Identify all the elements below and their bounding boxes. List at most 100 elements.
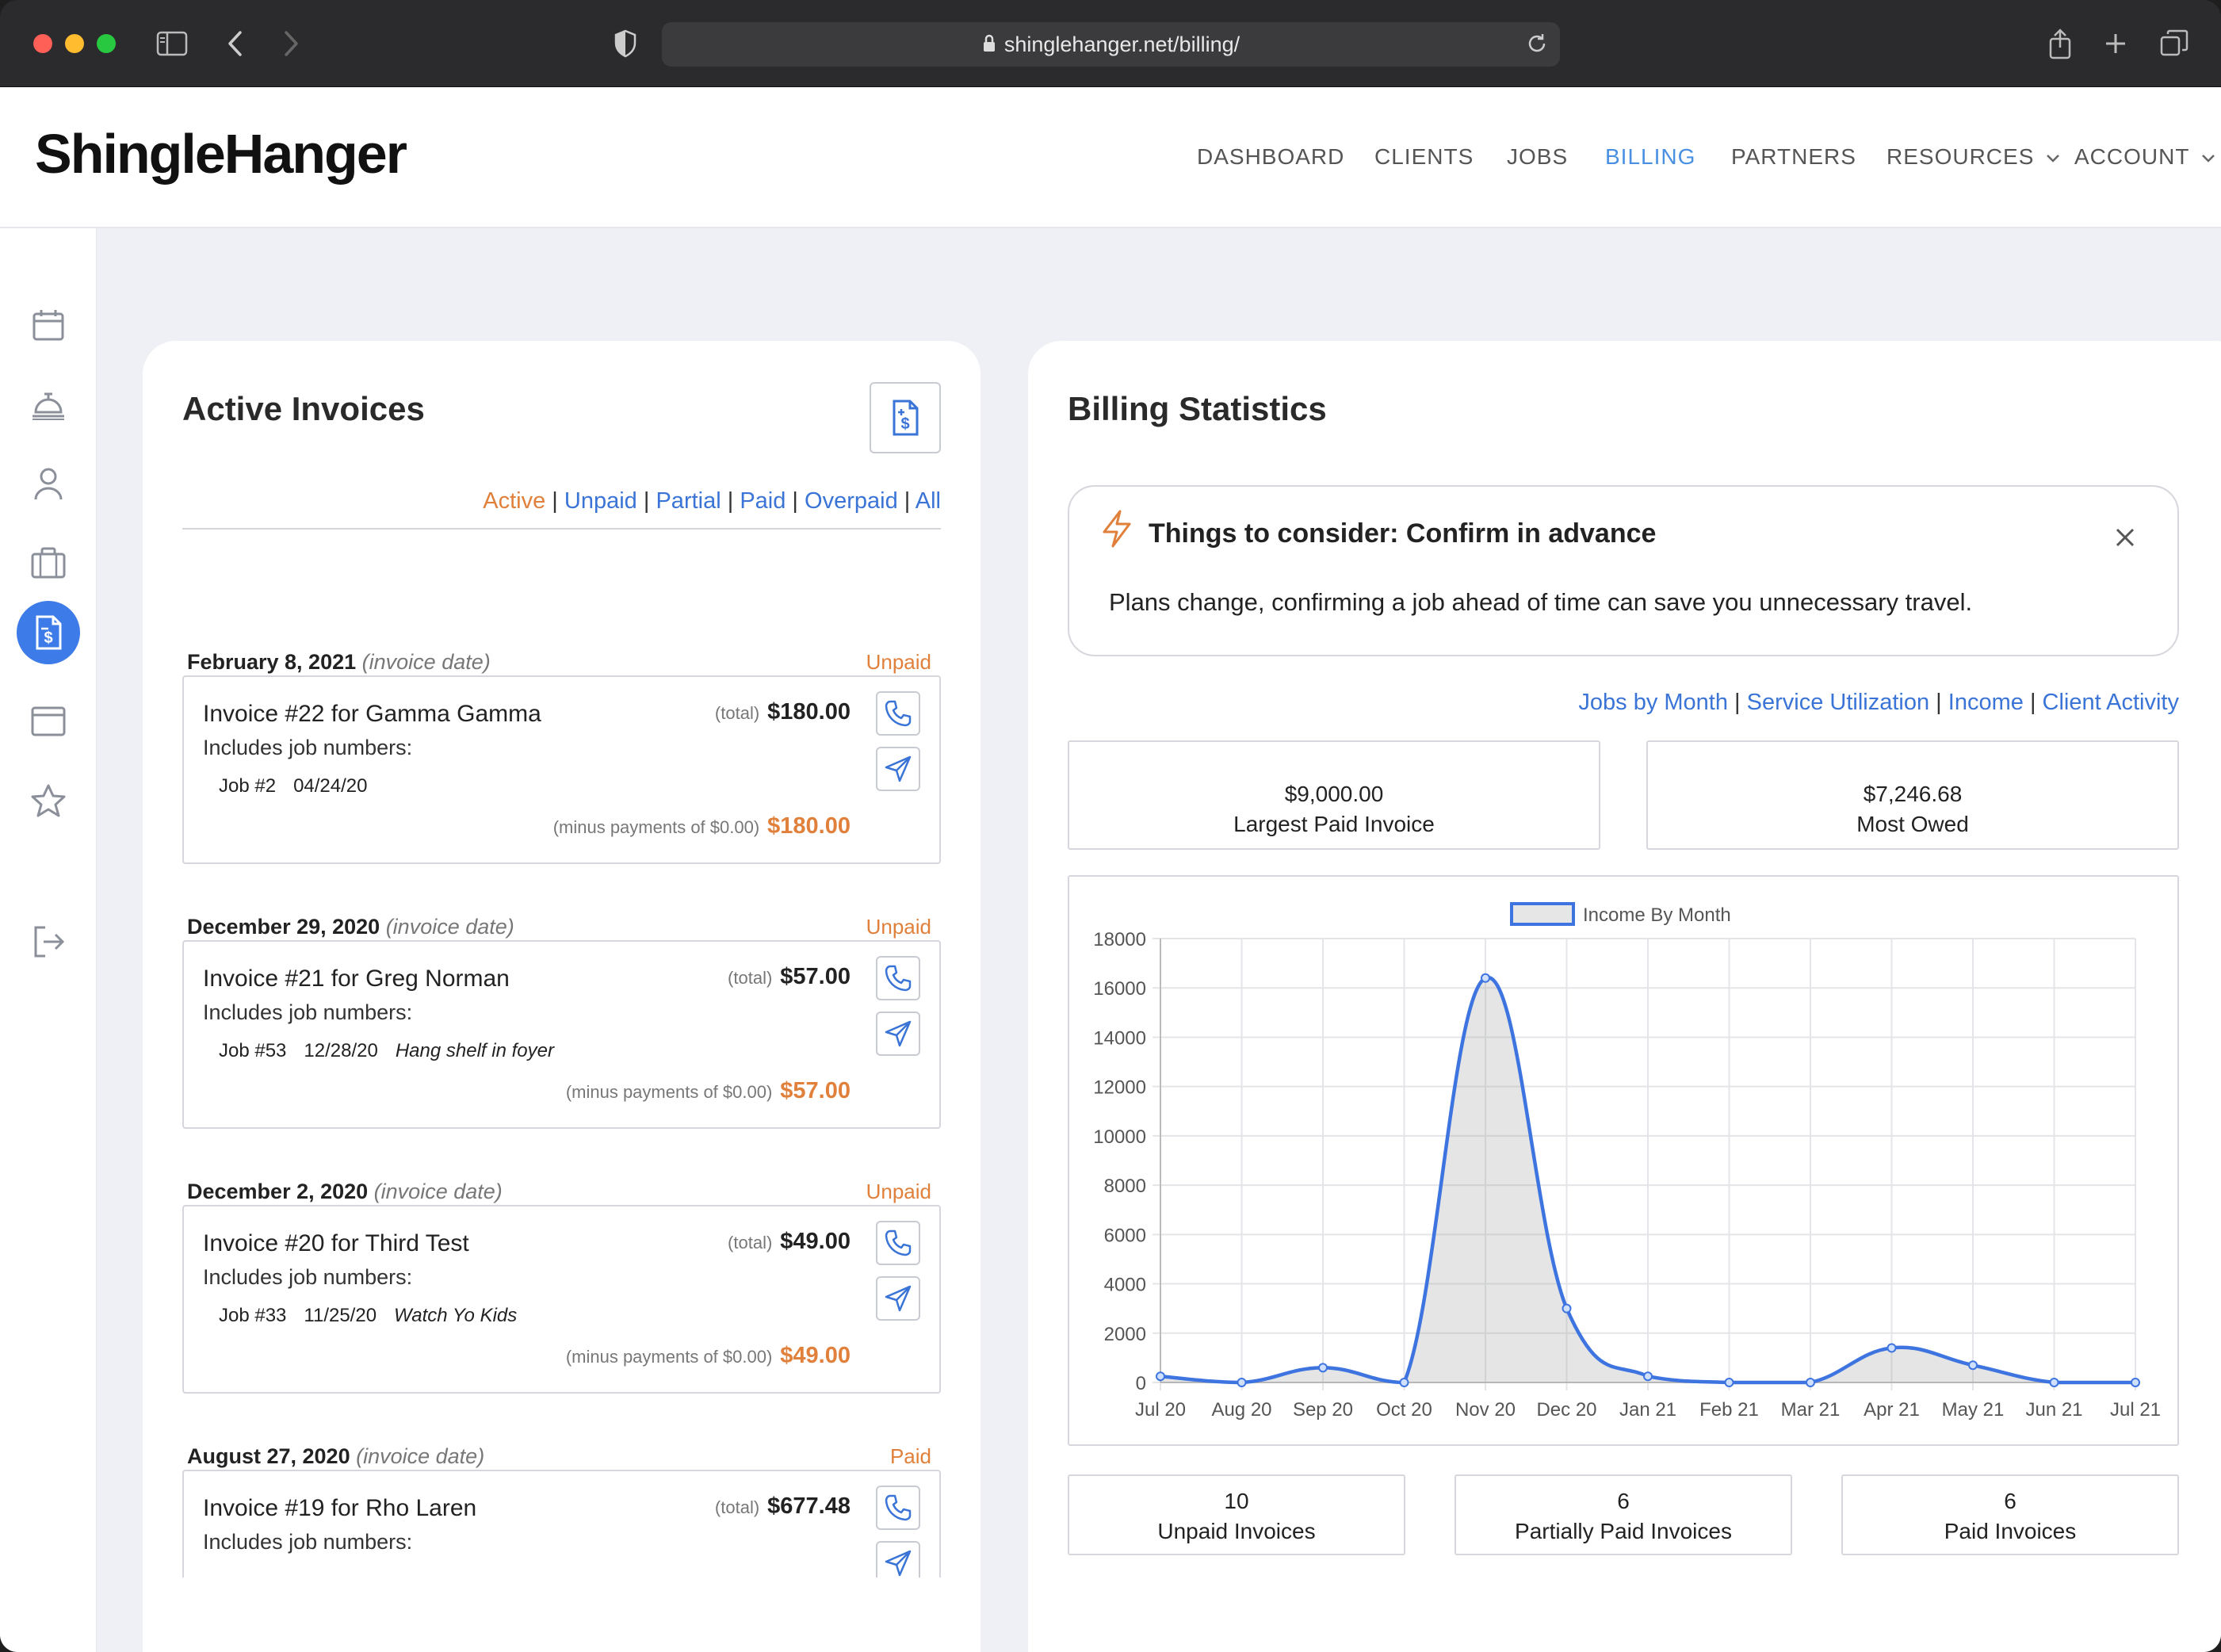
data-point <box>1156 1371 1165 1382</box>
close-window-button[interactable] <box>33 34 52 53</box>
send-invoice-button[interactable] <box>876 747 920 791</box>
star-icon[interactable] <box>17 769 80 832</box>
billing-statistics-title: Billing Statistics <box>1068 390 1327 427</box>
logout-icon[interactable] <box>17 910 80 973</box>
forward-icon[interactable] <box>271 24 311 63</box>
sidebar: $ <box>0 228 97 1652</box>
y-tick-label: 6000 <box>1104 1225 1146 1246</box>
invoice-total: (total) $180.00 <box>714 699 851 725</box>
share-icon[interactable] <box>2040 24 2080 63</box>
lock-icon <box>982 24 996 68</box>
invoice-icon[interactable]: $ <box>17 601 80 664</box>
app-logo[interactable]: ShingleHanger <box>35 122 407 185</box>
legend-swatch <box>1510 902 1575 926</box>
nav-dashboard[interactable]: DASHBOARD <box>1197 144 1344 170</box>
x-tick-label: Apr 21 <box>1864 1399 1920 1421</box>
stat-label: Unpaid Invoices <box>1157 1519 1316 1543</box>
paid-invoices-stat: 6 Paid Invoices <box>1841 1474 2179 1555</box>
filter-unpaid[interactable]: Unpaid <box>564 488 637 514</box>
reload-icon[interactable] <box>1525 32 1549 59</box>
zoom-window-button[interactable] <box>97 34 116 53</box>
top-navigation: ShingleHanger DASHBOARD CLIENTS JOBS BIL… <box>0 87 2221 228</box>
privacy-shield-icon[interactable] <box>606 24 645 63</box>
data-point <box>1562 1303 1572 1314</box>
nav-jobs[interactable]: JOBS <box>1507 144 1568 170</box>
call-client-button[interactable] <box>876 956 920 1000</box>
x-tick-label: Mar 21 <box>1781 1399 1841 1421</box>
invoice-group: February 8, 2021 (invoice date) Unpaid I… <box>182 650 941 880</box>
new-invoice-icon: $ <box>893 400 919 436</box>
nav-partners[interactable]: PARTNERS <box>1731 144 1856 170</box>
service-bell-icon[interactable] <box>17 373 80 436</box>
call-client-button[interactable] <box>876 1486 920 1530</box>
phone-icon <box>885 1229 912 1256</box>
invoice-status: Unpaid <box>866 650 931 674</box>
invoice-card[interactable]: Invoice #19 for Rho Laren Includes job n… <box>182 1470 941 1577</box>
sidebar-toggle-icon[interactable] <box>152 24 192 63</box>
invoice-card[interactable]: Invoice #22 for Gamma Gamma Includes job… <box>182 675 941 864</box>
y-tick-label: 10000 <box>1093 1126 1146 1148</box>
address-bar[interactable]: shinglehanger.net/billing/ <box>662 22 1560 67</box>
nav-resources[interactable]: RESOURCES <box>1887 144 2060 170</box>
close-icon[interactable] <box>2114 526 2136 553</box>
data-point <box>1237 1378 1247 1387</box>
invoice-title[interactable]: Invoice #19 for Rho Laren <box>203 1495 476 1522</box>
browser-window-icon[interactable] <box>17 690 80 753</box>
new-invoice-button[interactable]: $ <box>870 382 941 453</box>
filter-partial[interactable]: Partial <box>656 488 721 514</box>
tab-jobs-by-month[interactable]: Jobs by Month <box>1578 690 1728 715</box>
active-invoices-card: Active Invoices $ Active | Unpaid | Part… <box>143 341 981 1652</box>
tab-overview-icon[interactable] <box>2154 24 2194 63</box>
lightning-icon <box>1103 510 1131 548</box>
briefcase-icon[interactable] <box>17 531 80 595</box>
invoice-status: Paid <box>889 1444 931 1468</box>
y-tick-label: 12000 <box>1093 1077 1146 1099</box>
nav-account[interactable]: ACCOUNT <box>2074 144 2215 170</box>
invoice-job: Job #33 11/25/20 Watch Yo Kids <box>219 1305 518 1326</box>
invoice-date: December 29, 2020 (invoice date) <box>187 915 514 939</box>
stat-label: Largest Paid Invoice <box>1233 812 1435 836</box>
new-tab-icon[interactable] <box>2096 24 2135 63</box>
x-tick-label: Sep 20 <box>1293 1399 1353 1421</box>
invoice-title[interactable]: Invoice #21 for Greg Norman <box>203 966 510 992</box>
phone-icon <box>885 700 912 727</box>
x-tick-label: May 21 <box>1942 1399 2005 1421</box>
send-invoice-button[interactable] <box>876 1541 920 1577</box>
invoice-card[interactable]: Invoice #21 for Greg Norman Includes job… <box>182 940 941 1129</box>
filter-all[interactable]: All <box>916 488 941 514</box>
nav-billing[interactable]: BILLING <box>1605 144 1695 170</box>
send-invoice-button[interactable] <box>876 1276 920 1321</box>
income-chart-svg: 0 2000 4000 6000 8000 10000 12000 14000 16000 180… <box>1093 902 2161 1421</box>
data-point <box>1806 1378 1815 1387</box>
call-client-button[interactable] <box>876 1221 920 1265</box>
nav-clients[interactable]: CLIENTS <box>1374 144 1474 170</box>
stat-value: $9,000.00 <box>1284 782 1384 806</box>
x-tick-label: Oct 20 <box>1376 1399 1432 1421</box>
back-icon[interactable] <box>216 24 255 63</box>
tab-service-utilization[interactable]: Service Utilization <box>1747 690 1929 715</box>
data-point <box>1399 1378 1409 1387</box>
invoice-title[interactable]: Invoice #20 for Third Test <box>203 1230 469 1257</box>
invoice-job: Job #53 12/28/20 Hang shelf in foyer <box>219 1040 554 1061</box>
filter-active[interactable]: Active <box>483 488 545 514</box>
y-tick-label: 0 <box>1136 1373 1146 1394</box>
call-client-button[interactable] <box>876 691 920 736</box>
filter-paid[interactable]: Paid <box>740 488 786 514</box>
send-invoice-button[interactable] <box>876 1011 920 1056</box>
data-point <box>2131 1378 2140 1387</box>
stat-value: 10 <box>1224 1489 1249 1513</box>
invoice-card[interactable]: Invoice #20 for Third Test Includes job … <box>182 1205 941 1394</box>
invoice-group: December 2, 2020 (invoice date) Unpaid I… <box>182 1180 941 1409</box>
invoice-date: August 27, 2020 (invoice date) <box>187 1444 485 1468</box>
x-tick-label: Nov 20 <box>1455 1399 1516 1421</box>
tab-income[interactable]: Income <box>1948 690 2024 715</box>
calendar-icon[interactable] <box>17 293 80 357</box>
stat-label: Paid Invoices <box>1944 1519 2077 1543</box>
minimize-window-button[interactable] <box>65 34 84 53</box>
user-icon[interactable] <box>17 452 80 515</box>
invoice-list: February 8, 2021 (invoice date) Unpaid I… <box>182 650 941 1577</box>
filter-overpaid[interactable]: Overpaid <box>805 488 898 514</box>
invoice-title[interactable]: Invoice #22 for Gamma Gamma <box>203 701 541 728</box>
data-point <box>1318 1363 1328 1373</box>
tab-client-activity[interactable]: Client Activity <box>2043 690 2179 715</box>
